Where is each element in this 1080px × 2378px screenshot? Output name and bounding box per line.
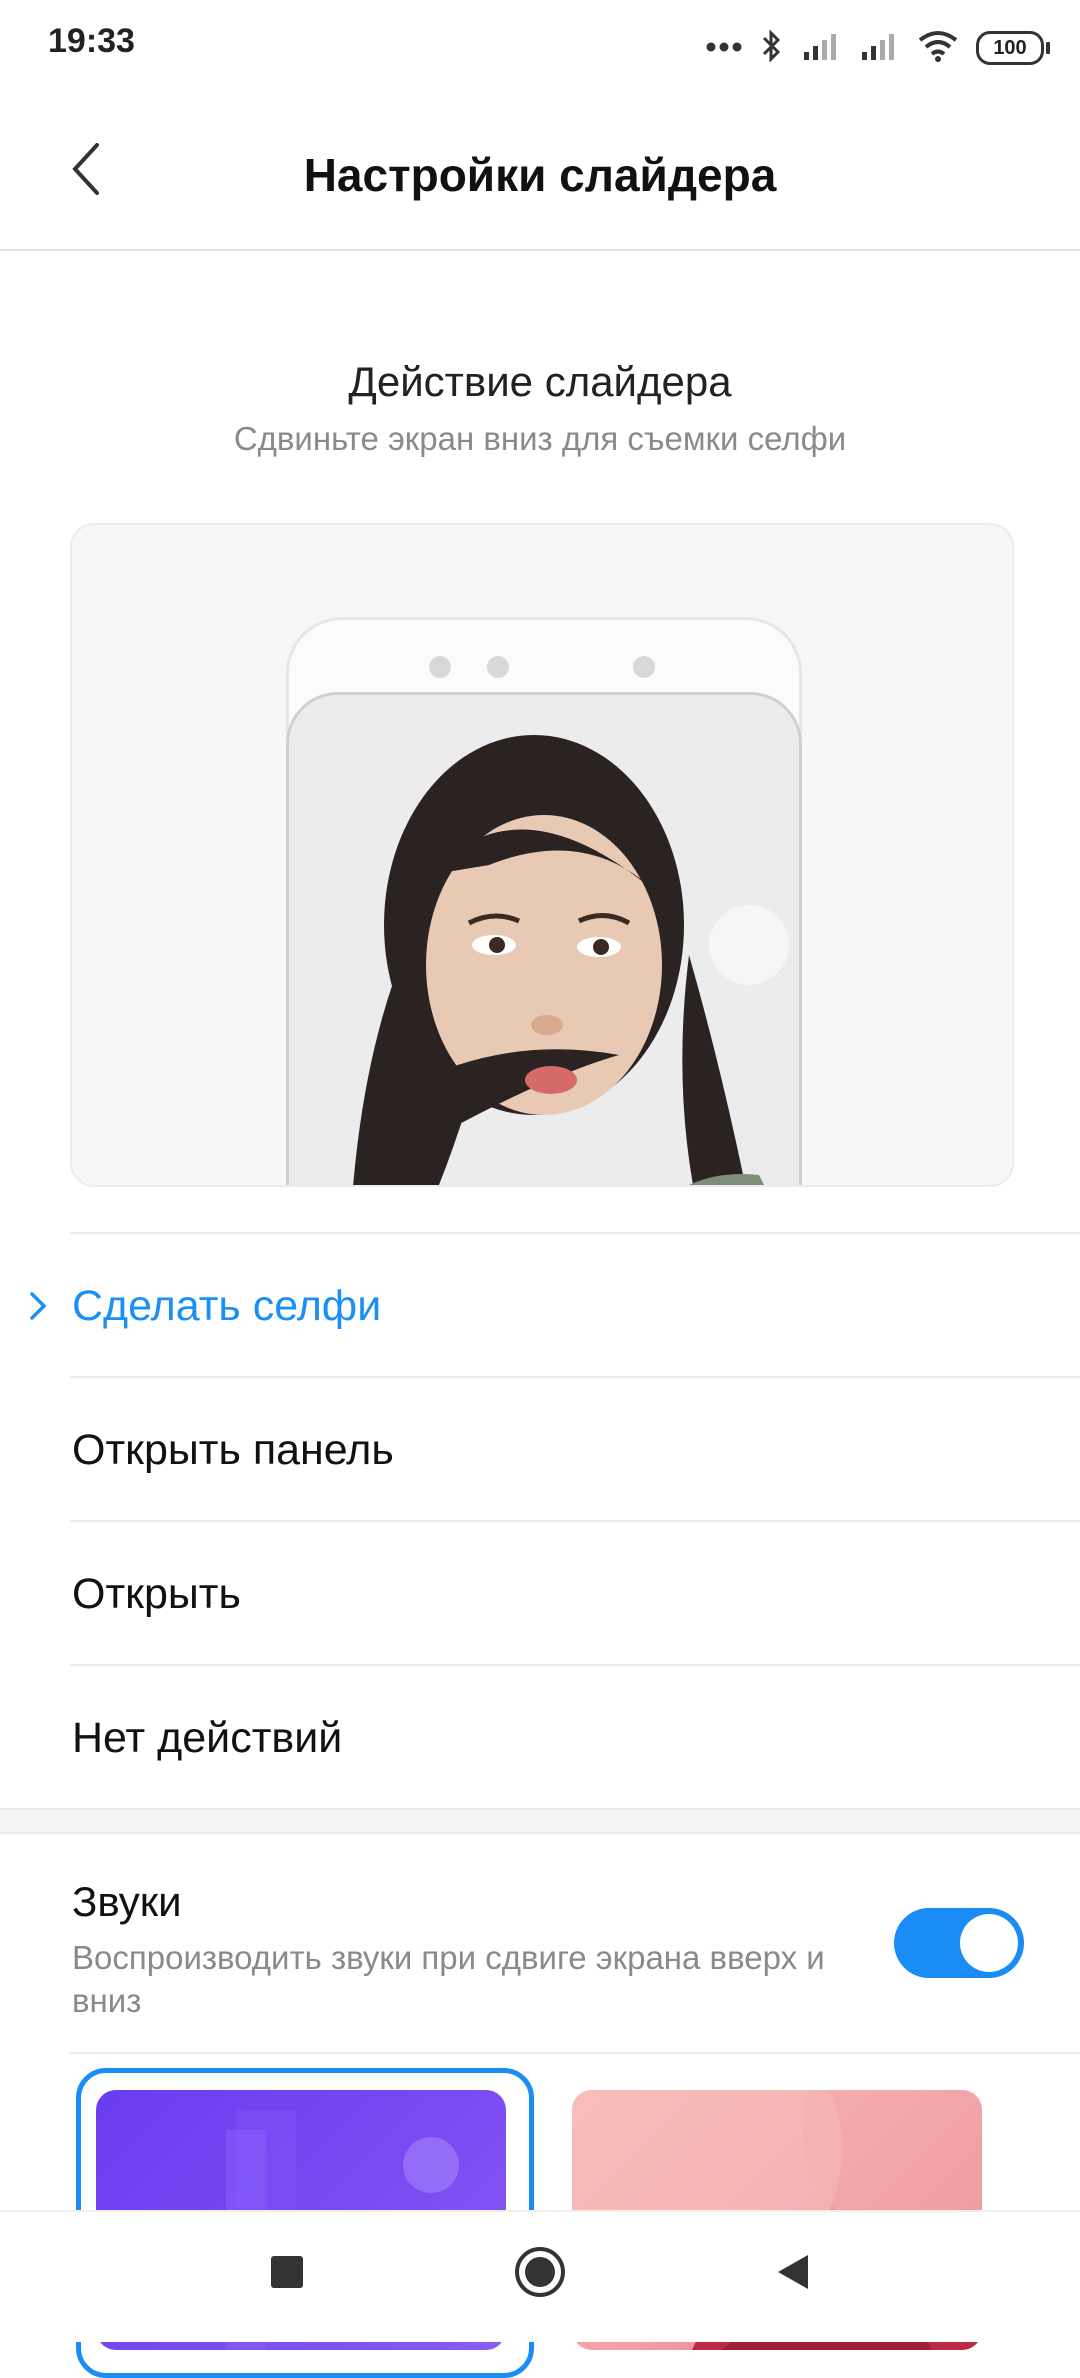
toggle-knob xyxy=(960,1914,1018,1972)
slider-preview-card xyxy=(70,523,1014,1187)
battery-icon: 100 xyxy=(976,31,1050,65)
navigation-bar xyxy=(0,2210,1080,2342)
option-no-action[interactable]: Нет действий xyxy=(0,1666,1080,1810)
section-subtitle: Сдвиньте экран вниз для съемки селфи xyxy=(233,420,847,457)
sensor-dot xyxy=(487,656,509,678)
bluetooth-icon xyxy=(760,28,784,69)
option-open[interactable]: Открыть xyxy=(0,1522,1080,1666)
home-circle-icon[interactable] xyxy=(514,2246,566,2303)
sounds-title: Звуки xyxy=(72,1878,182,1925)
more-dots-icon xyxy=(706,39,742,57)
option-label: Открыть панель xyxy=(72,1426,394,1474)
section-separator xyxy=(0,1808,1080,1834)
sensor-dot xyxy=(429,656,451,678)
status-time: 19:33 xyxy=(48,22,135,60)
option-label: Сделать селфи xyxy=(72,1282,382,1330)
list-divider xyxy=(70,2052,1080,2054)
chevron-right-icon xyxy=(28,1290,50,1322)
back-triangle-icon[interactable] xyxy=(776,2253,810,2296)
option-label: Нет действий xyxy=(72,1714,343,1762)
status-icons: 100 xyxy=(706,24,1050,72)
selfie-preview-image xyxy=(286,692,802,1185)
option-open-panel[interactable]: Открыть панель xyxy=(0,1378,1080,1522)
page-title: Настройки слайдера xyxy=(303,149,777,201)
option-take-selfie[interactable]: Сделать селфи xyxy=(0,1234,1080,1378)
signal-icon xyxy=(802,30,842,67)
app-header: Настройки слайдера xyxy=(0,96,1080,251)
wifi-icon xyxy=(918,30,958,67)
option-label: Открыть xyxy=(72,1570,241,1618)
sounds-toggle[interactable] xyxy=(894,1908,1024,1978)
recents-square-icon[interactable] xyxy=(270,2255,304,2294)
status-bar: 19:33 100 xyxy=(0,0,1080,96)
section-title: Действие слайдера xyxy=(348,358,732,405)
sensor-dot xyxy=(633,656,655,678)
battery-level: 100 xyxy=(976,31,1044,65)
sounds-description: Воспроизводить звуки при сдвиге экрана в… xyxy=(72,1939,825,2019)
signal-icon xyxy=(860,30,900,67)
